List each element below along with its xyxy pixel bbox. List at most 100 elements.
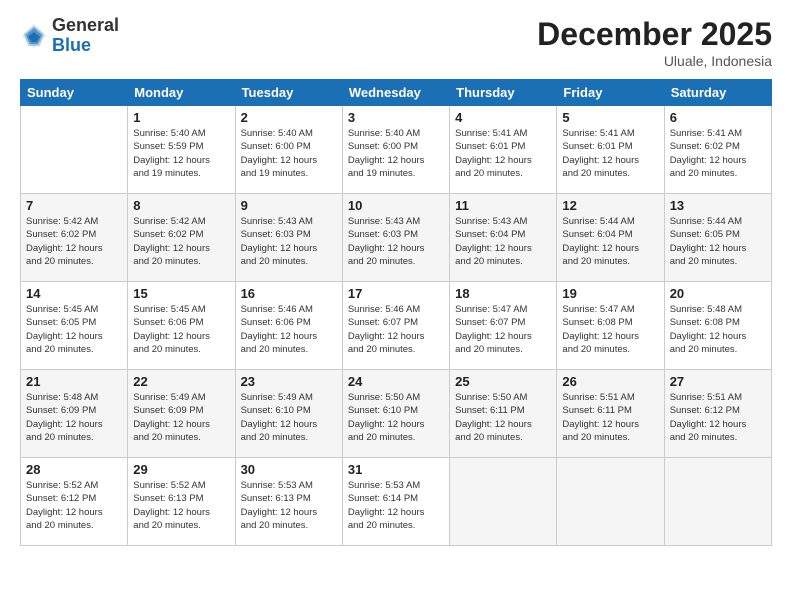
day-number: 15 (133, 286, 229, 301)
calendar-cell: 22 Sunrise: 5:49 AMSunset: 6:09 PMDayligh… (128, 370, 235, 458)
day-info: Sunrise: 5:50 AMSunset: 6:10 PMDaylight:… (348, 391, 444, 444)
day-info: Sunrise: 5:48 AMSunset: 6:09 PMDaylight:… (26, 391, 122, 444)
day-number: 12 (562, 198, 658, 213)
calendar-cell (450, 458, 557, 546)
weekday-header: Saturday (664, 80, 771, 106)
weekday-header: Friday (557, 80, 664, 106)
day-number: 3 (348, 110, 444, 125)
calendar-cell: 1 Sunrise: 5:40 AMSunset: 5:59 PMDaylight… (128, 106, 235, 194)
day-info: Sunrise: 5:49 AMSunset: 6:10 PMDaylight:… (241, 391, 337, 444)
calendar-cell: 26 Sunrise: 5:51 AMSunset: 6:11 PMDayligh… (557, 370, 664, 458)
day-info: Sunrise: 5:44 AMSunset: 6:04 PMDaylight:… (562, 215, 658, 268)
calendar-cell: 4Sunrise: 5:41 AMSunset: 6:01 PMDaylight… (450, 106, 557, 194)
day-info: Sunrise: 5:53 AMSunset: 6:13 PMDaylight:… (241, 479, 337, 532)
header: General Blue December 2025 Uluale, Indon… (20, 16, 772, 69)
day-number: 5 (562, 110, 658, 125)
calendar-cell: 23 Sunrise: 5:49 AMSunset: 6:10 PMDayligh… (235, 370, 342, 458)
day-info: Sunrise: 5:52 AMSunset: 6:13 PMDaylight:… (133, 479, 229, 532)
day-info: Sunrise: 5:51 AMSunset: 6:11 PMDaylight:… (562, 391, 658, 444)
calendar-cell: 31 Sunrise: 5:53 AMSunset: 6:14 PMDayligh… (342, 458, 449, 546)
calendar-page: General Blue December 2025 Uluale, Indon… (0, 0, 792, 612)
calendar-cell: 8 Sunrise: 5:42 AMSunset: 6:02 PMDaylight… (128, 194, 235, 282)
day-number: 9 (241, 198, 337, 213)
day-info: Sunrise: 5:45 AMSunset: 6:06 PMDaylight:… (133, 303, 229, 356)
day-info: Sunrise: 5:42 AMSunset: 6:02 PMDaylight:… (26, 215, 122, 268)
calendar-cell: 14Sunrise: 5:45 AMSunset: 6:05 PMDayligh… (21, 282, 128, 370)
day-info: Sunrise: 5:47 AMSunset: 6:07 PMDaylight:… (455, 303, 551, 356)
day-number: 30 (241, 462, 337, 477)
month-title: December 2025 (537, 16, 772, 53)
weekday-header: Thursday (450, 80, 557, 106)
calendar-cell: 24 Sunrise: 5:50 AMSunset: 6:10 PMDayligh… (342, 370, 449, 458)
calendar-cell: 13 Sunrise: 5:44 AMSunset: 6:05 PMDayligh… (664, 194, 771, 282)
day-info: Sunrise: 5:51 AMSunset: 6:12 PMDaylight:… (670, 391, 766, 444)
day-number: 6 (670, 110, 766, 125)
calendar-cell: 9 Sunrise: 5:43 AMSunset: 6:03 PMDaylight… (235, 194, 342, 282)
calendar-cell: 25 Sunrise: 5:50 AMSunset: 6:11 PMDayligh… (450, 370, 557, 458)
logo-general-text: General (52, 16, 119, 36)
day-number: 24 (348, 374, 444, 389)
calendar-cell (557, 458, 664, 546)
calendar-cell: 3Sunrise: 5:40 AMSunset: 6:00 PMDaylight… (342, 106, 449, 194)
calendar-week-row: 21Sunrise: 5:48 AMSunset: 6:09 PMDayligh… (21, 370, 772, 458)
day-number: 25 (455, 374, 551, 389)
day-number: 13 (670, 198, 766, 213)
day-number: 8 (133, 198, 229, 213)
day-number: 17 (348, 286, 444, 301)
day-info: Sunrise: 5:48 AMSunset: 6:08 PMDaylight:… (670, 303, 766, 356)
logo-text: General Blue (52, 16, 119, 56)
day-number: 1 (133, 110, 229, 125)
calendar-cell: 2 Sunrise: 5:40 AMSunset: 6:00 PMDaylight… (235, 106, 342, 194)
weekday-header: Monday (128, 80, 235, 106)
day-info: Sunrise: 5:41 AMSunset: 6:02 PMDaylight:… (670, 127, 766, 180)
day-info: Sunrise: 5:43 AMSunset: 6:03 PMDaylight:… (348, 215, 444, 268)
day-number: 20 (670, 286, 766, 301)
calendar-cell: 11Sunrise: 5:43 AMSunset: 6:04 PMDayligh… (450, 194, 557, 282)
calendar-week-row: 28Sunrise: 5:52 AMSunset: 6:12 PMDayligh… (21, 458, 772, 546)
day-info: Sunrise: 5:40 AMSunset: 5:59 PMDaylight:… (133, 127, 229, 180)
calendar-week-row: 1 Sunrise: 5:40 AMSunset: 5:59 PMDaylight… (21, 106, 772, 194)
day-number: 16 (241, 286, 337, 301)
day-info: Sunrise: 5:42 AMSunset: 6:02 PMDaylight:… (133, 215, 229, 268)
calendar-cell: 20 Sunrise: 5:48 AMSunset: 6:08 PMDayligh… (664, 282, 771, 370)
day-number: 7 (26, 198, 122, 213)
weekday-header-row: SundayMondayTuesdayWednesdayThursdayFrid… (21, 80, 772, 106)
calendar-cell: 19 Sunrise: 5:47 AMSunset: 6:08 PMDayligh… (557, 282, 664, 370)
calendar-cell (664, 458, 771, 546)
day-number: 19 (562, 286, 658, 301)
calendar-cell: 27Sunrise: 5:51 AMSunset: 6:12 PMDayligh… (664, 370, 771, 458)
calendar-week-row: 7 Sunrise: 5:42 AMSunset: 6:02 PMDaylight… (21, 194, 772, 282)
calendar-cell: 5 Sunrise: 5:41 AMSunset: 6:01 PMDaylight… (557, 106, 664, 194)
day-number: 22 (133, 374, 229, 389)
day-info: Sunrise: 5:49 AMSunset: 6:09 PMDaylight:… (133, 391, 229, 444)
calendar-cell: 6 Sunrise: 5:41 AMSunset: 6:02 PMDaylight… (664, 106, 771, 194)
day-number: 14 (26, 286, 122, 301)
day-info: Sunrise: 5:44 AMSunset: 6:05 PMDaylight:… (670, 215, 766, 268)
calendar-table: SundayMondayTuesdayWednesdayThursdayFrid… (20, 79, 772, 546)
day-number: 2 (241, 110, 337, 125)
weekday-header: Tuesday (235, 80, 342, 106)
logo-blue-text: Blue (52, 36, 119, 56)
day-number: 26 (562, 374, 658, 389)
day-number: 31 (348, 462, 444, 477)
day-info: Sunrise: 5:43 AMSunset: 6:03 PMDaylight:… (241, 215, 337, 268)
calendar-cell: 17 Sunrise: 5:46 AMSunset: 6:07 PMDayligh… (342, 282, 449, 370)
calendar-cell: 7 Sunrise: 5:42 AMSunset: 6:02 PMDaylight… (21, 194, 128, 282)
calendar-week-row: 14Sunrise: 5:45 AMSunset: 6:05 PMDayligh… (21, 282, 772, 370)
day-info: Sunrise: 5:53 AMSunset: 6:14 PMDaylight:… (348, 479, 444, 532)
calendar-cell: 18Sunrise: 5:47 AMSunset: 6:07 PMDayligh… (450, 282, 557, 370)
day-number: 11 (455, 198, 551, 213)
calendar-cell: 10 Sunrise: 5:43 AMSunset: 6:03 PMDayligh… (342, 194, 449, 282)
day-info: Sunrise: 5:50 AMSunset: 6:11 PMDaylight:… (455, 391, 551, 444)
day-number: 23 (241, 374, 337, 389)
day-info: Sunrise: 5:40 AMSunset: 6:00 PMDaylight:… (241, 127, 337, 180)
calendar-cell: 30 Sunrise: 5:53 AMSunset: 6:13 PMDayligh… (235, 458, 342, 546)
day-info: Sunrise: 5:46 AMSunset: 6:06 PMDaylight:… (241, 303, 337, 356)
calendar-cell: 15 Sunrise: 5:45 AMSunset: 6:06 PMDayligh… (128, 282, 235, 370)
day-number: 10 (348, 198, 444, 213)
day-info: Sunrise: 5:41 AMSunset: 6:01 PMDaylight:… (562, 127, 658, 180)
day-number: 28 (26, 462, 122, 477)
day-info: Sunrise: 5:46 AMSunset: 6:07 PMDaylight:… (348, 303, 444, 356)
calendar-cell: 12 Sunrise: 5:44 AMSunset: 6:04 PMDayligh… (557, 194, 664, 282)
day-info: Sunrise: 5:47 AMSunset: 6:08 PMDaylight:… (562, 303, 658, 356)
